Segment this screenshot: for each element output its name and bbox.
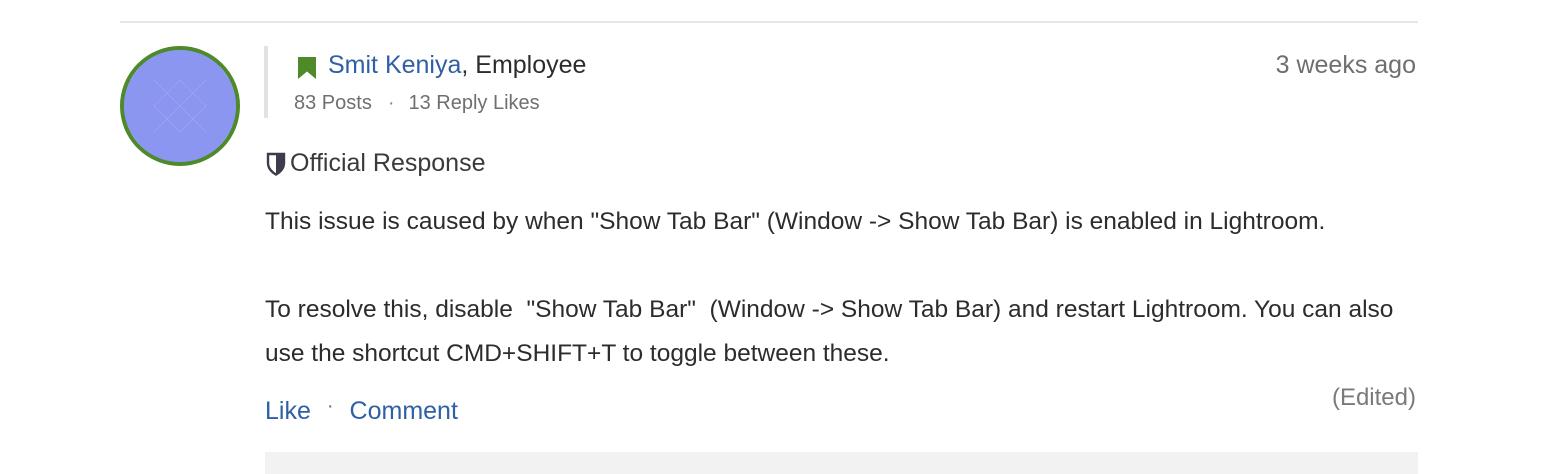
official-response-label: Official Response <box>290 149 486 177</box>
comment-button[interactable]: Comment <box>350 392 458 430</box>
post-timestamp: 3 weeks ago <box>1275 51 1416 79</box>
like-button[interactable]: Like <box>265 392 311 430</box>
actions-separator: · <box>326 395 334 417</box>
body-paragraph: To resolve this, disable "Show Tab Bar" … <box>265 296 1401 367</box>
avatar-pattern-icon <box>124 50 236 162</box>
body-paragraph: This issue is caused by when "Show Tab B… <box>265 208 1326 235</box>
author-line: Smit Keniya , Employee <box>294 46 586 84</box>
divider <box>120 21 1418 23</box>
post-actions: Like · Comment <box>265 392 458 430</box>
stats-separator: · <box>387 92 395 114</box>
author-name-link[interactable]: Smit Keniya <box>328 46 461 84</box>
shield-icon <box>266 151 286 176</box>
edited-label: (Edited) <box>1331 384 1416 411</box>
author-stats: 83 Posts · 13 Reply Likes <box>294 90 586 116</box>
post-body: This issue is caused by when "Show Tab B… <box>265 200 1420 376</box>
author-meta: Smit Keniya , Employee 83 Posts · 13 Rep… <box>264 46 586 118</box>
reply-post: Smit Keniya , Employee 83 Posts · 13 Rep… <box>0 0 1566 474</box>
reply-input-area[interactable] <box>265 452 1418 474</box>
post-count: 83 Posts <box>294 92 372 114</box>
bookmark-icon <box>296 53 318 79</box>
avatar[interactable] <box>120 46 240 166</box>
official-response-badge: Official Response <box>266 146 485 180</box>
reply-likes-count: 13 Reply Likes <box>408 92 540 114</box>
author-role: , Employee <box>461 51 587 79</box>
